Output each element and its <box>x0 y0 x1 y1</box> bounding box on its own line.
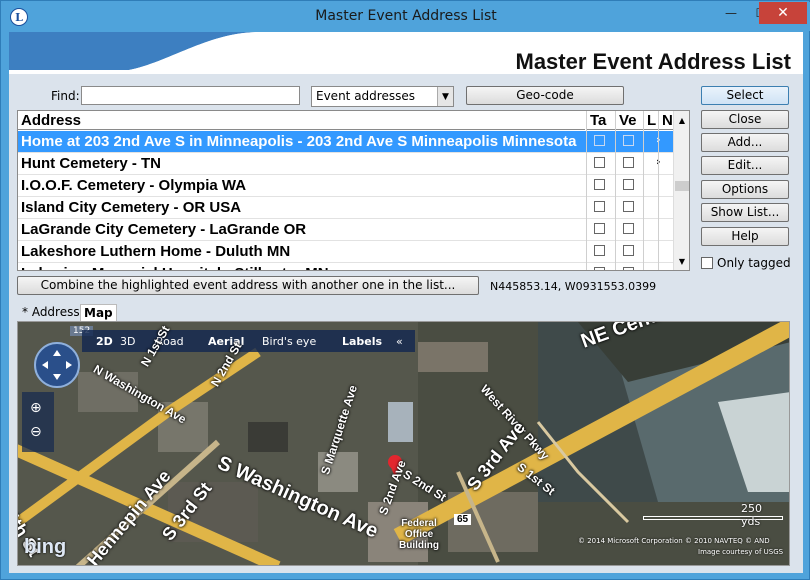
table-row[interactable]: LaGrande City Cemetery - LaGrande OR <box>18 219 689 241</box>
select-button[interactable]: Select <box>701 86 789 105</box>
scroll-thumb[interactable] <box>675 181 689 191</box>
tag-checkbox[interactable] <box>594 179 605 190</box>
map-credit: © 2014 Microsoft Corporation © 2010 NAVT… <box>578 537 770 545</box>
tag-checkbox[interactable] <box>594 135 605 146</box>
geocode-button[interactable]: Geo-code <box>466 86 624 105</box>
zoom-control: ⊕ ⊖ <box>22 392 54 452</box>
close-button[interactable]: Close <box>701 110 789 129</box>
column-header-verified[interactable]: Ve <box>615 111 643 130</box>
header-banner: Master Event Address List <box>9 32 803 74</box>
options-button[interactable]: Options <box>701 180 789 199</box>
scale-label: 250 yds <box>741 502 762 528</box>
tab-address[interactable]: * Address <box>19 304 83 320</box>
coordinates-readout: N445853.14, W0931553.0399 <box>490 280 657 293</box>
chevron-down-icon[interactable]: ▼ <box>437 87 453 106</box>
column-divider <box>643 111 644 270</box>
verified-checkbox[interactable] <box>623 223 634 234</box>
tag-checkbox[interactable] <box>594 157 605 168</box>
app-window: L Master Event Address List — ☐ ✕ Master… <box>0 0 810 580</box>
close-window-button[interactable]: ✕ <box>759 2 807 24</box>
imagery-credit: Image courtesy of USGS <box>698 548 784 556</box>
zoom-out-icon[interactable]: ⊖ <box>30 424 42 440</box>
table-row[interactable]: Home at 203 2nd Ave S in Minneapolis - 2… <box>18 131 689 153</box>
checkbox-icon[interactable] <box>701 257 713 269</box>
edit-button[interactable]: Edit... <box>701 156 789 175</box>
map-3d-button[interactable]: 3D <box>120 335 135 348</box>
address-cell: Lakeview Memorial Hospital - Stillwater … <box>21 265 581 270</box>
map-collapse-button[interactable]: « <box>396 335 403 348</box>
find-label: Find: <box>51 89 80 103</box>
combine-button[interactable]: Combine the highlighted event address wi… <box>17 276 479 295</box>
client-area: Master Event Address List Find: Event ad… <box>9 32 803 573</box>
address-cell: Home at 203 2nd Ave S in Minneapolis - 2… <box>21 133 577 150</box>
show-list-button[interactable]: Show List... <box>701 203 789 222</box>
table-row[interactable]: I.O.O.F. Cemetery - Olympia WA <box>18 175 689 197</box>
verified-checkbox[interactable] <box>623 245 634 256</box>
verified-checkbox[interactable] <box>623 267 634 270</box>
column-header-tagged[interactable]: Ta <box>586 111 615 130</box>
grid-scrollbar[interactable]: ▲ ▼ <box>673 111 689 270</box>
tag-checkbox[interactable] <box>594 245 605 256</box>
column-divider <box>658 111 659 270</box>
add-button[interactable]: Add... <box>701 133 789 152</box>
map-2d-button[interactable]: 2D <box>96 335 113 348</box>
column-header-address[interactable]: Address <box>18 111 585 130</box>
only-tagged-checkbox[interactable]: Only tagged <box>701 256 791 270</box>
map-birdseye-button[interactable]: Bird's eye <box>262 335 316 348</box>
address-cell: Hunt Cemetery - TN <box>21 155 162 172</box>
table-row[interactable]: Lakeshore Luthern Home - Duluth MN <box>18 241 689 263</box>
verified-checkbox[interactable] <box>623 135 634 146</box>
address-cell: I.O.O.F. Cemetery - Olympia WA <box>21 177 247 194</box>
address-cell: Lakeshore Luthern Home - Duluth MN <box>21 243 291 260</box>
tab-bar: * Address Map <box>9 303 803 321</box>
verified-checkbox[interactable] <box>623 179 634 190</box>
column-divider <box>586 111 587 270</box>
address-filter-select[interactable]: Event addresses ▼ <box>311 86 454 107</box>
map-view[interactable]: 152 2D 3D Road Aerial Bird's eye Labels … <box>17 321 790 566</box>
verified-checkbox[interactable] <box>623 201 634 212</box>
find-input[interactable] <box>81 86 300 105</box>
address-cell: Island City Cemetery - OR USA <box>21 199 242 216</box>
pan-arrows-icon[interactable] <box>36 344 78 386</box>
tab-map[interactable]: Map <box>80 304 117 321</box>
tag-checkbox[interactable] <box>594 267 605 270</box>
tag-checkbox[interactable] <box>594 201 605 212</box>
scroll-up-icon[interactable]: ▲ <box>674 112 689 128</box>
column-header-n[interactable]: N <box>658 111 673 130</box>
only-tagged-label: Only tagged <box>717 256 791 270</box>
tag-checkbox[interactable] <box>594 223 605 234</box>
address-grid[interactable]: Address Ta Ve L N Home at 203 2nd Ave S … <box>17 110 690 271</box>
pan-control[interactable] <box>34 342 80 388</box>
window-title: Master Event Address List <box>315 8 497 24</box>
page-title: Master Event Address List <box>515 49 792 74</box>
building-label: Federal Office Building <box>399 518 439 551</box>
column-header-l[interactable]: L <box>643 111 658 130</box>
verified-checkbox[interactable] <box>623 157 634 168</box>
title-bar[interactable]: L Master Event Address List — ☐ ✕ <box>2 2 810 31</box>
address-filter-value: Event addresses <box>316 89 415 103</box>
bing-logo: bing <box>24 536 67 558</box>
map-labels-button[interactable]: Labels <box>342 335 382 348</box>
column-divider <box>615 111 616 270</box>
table-row[interactable]: Hunt Cemetery - TN › <box>18 153 689 175</box>
zoom-in-icon[interactable]: ⊕ <box>30 400 42 416</box>
map-toolbar: 2D 3D Road Aerial Bird's eye Labels « <box>82 330 415 352</box>
minimize-button[interactable]: — <box>716 2 746 24</box>
highway-shield: 65 <box>454 514 472 525</box>
table-row[interactable]: Island City Cemetery - OR USA <box>18 197 689 219</box>
address-cell: LaGrande City Cemetery - LaGrande OR <box>21 221 307 238</box>
table-row[interactable]: Lakeview Memorial Hospital - Stillwater … <box>18 263 689 270</box>
scroll-down-icon[interactable]: ▼ <box>674 253 689 269</box>
help-button[interactable]: Help <box>701 227 789 246</box>
